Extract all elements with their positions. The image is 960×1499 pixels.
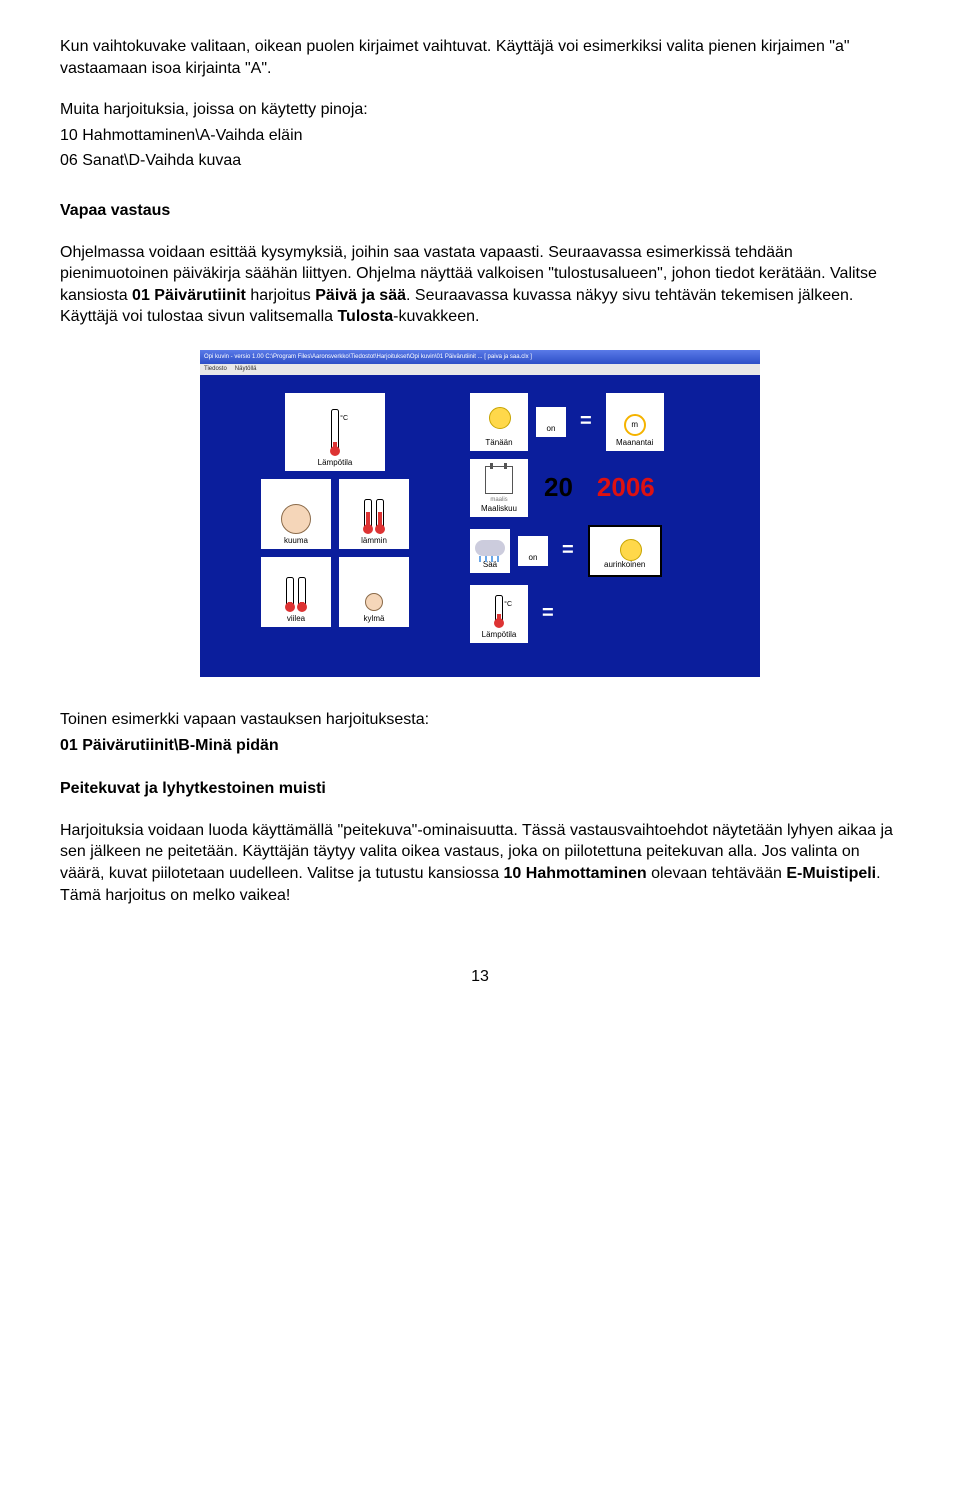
calendar-icon bbox=[485, 466, 513, 494]
lbl-on1: on bbox=[547, 424, 556, 435]
lbl-on2: on bbox=[529, 553, 538, 564]
para4-line2: 01 Päivärutiinit\B-Minä pidän bbox=[60, 735, 900, 757]
left-palette: °C Lämpötila kuuma lämmin bbox=[230, 393, 440, 651]
heading-mask-images: Peitekuvat ja lyhytkestoinen muisti bbox=[60, 778, 900, 800]
app-window: Opi kuvin - versio 1.00 C:\Program Files… bbox=[200, 350, 760, 677]
out-lampotila: °C Lämpötila bbox=[470, 585, 528, 643]
embedded-screenshot: Opi kuvin - versio 1.00 C:\Program Files… bbox=[60, 350, 900, 677]
rain-cloud-icon bbox=[475, 540, 505, 556]
paragraph-exercises-list: Muita harjoituksia, joissa on käytetty p… bbox=[60, 99, 900, 172]
out-on2: on bbox=[518, 536, 548, 566]
para3-t2: harjoitus bbox=[246, 287, 315, 304]
para3-b1: 01 Päivärutiinit bbox=[132, 287, 246, 304]
moon-badge-icon: m bbox=[624, 414, 646, 436]
page-number: 13 bbox=[60, 966, 900, 988]
card-lammin[interactable]: lämmin bbox=[339, 479, 409, 549]
para1: Kun vaihtokuvake valitaan, oikean puolen… bbox=[60, 36, 900, 79]
out-daynum: 20 bbox=[536, 470, 581, 505]
para2-line3: 06 Sanat\D-Vaihda kuvaa bbox=[60, 150, 900, 172]
heading-free-answer: Vapaa vastaus bbox=[60, 200, 900, 222]
lbl-maanantai: Maanantai bbox=[616, 438, 653, 449]
out-on1: on bbox=[536, 407, 566, 437]
para2-line1: Muita harjoituksia, joissa on käytetty p… bbox=[60, 99, 900, 121]
menu-file[interactable]: Tiedosto bbox=[204, 365, 227, 374]
equals-icon: = bbox=[574, 408, 598, 435]
card-kylma[interactable]: kylmä bbox=[339, 557, 409, 627]
titlebar: Opi kuvin - versio 1.00 C:\Program Files… bbox=[200, 350, 760, 364]
lbl-kylma: kylmä bbox=[364, 614, 385, 625]
para5: Harjoituksia voidaan luoda käyttämällä "… bbox=[60, 820, 900, 906]
para3-b3: Tulosta bbox=[337, 308, 393, 325]
para4-line1: Toinen esimerkki vapaan vastauksen harjo… bbox=[60, 709, 900, 731]
para3-b2: Päivä ja sää bbox=[315, 287, 406, 304]
para3: Ohjelmassa voidaan esittää kysymyksiä, j… bbox=[60, 242, 900, 328]
lbl-maalis-note: maalis bbox=[490, 496, 507, 504]
out-tanaan: Tänään bbox=[470, 393, 528, 451]
output-area: Tänään on = m Maanantai maalis bbox=[470, 393, 730, 651]
para5-b2: E-Muistipeli bbox=[786, 865, 876, 882]
para3-t4: -kuvakkeen. bbox=[393, 308, 479, 325]
lbl-maaliskuu: Maaliskuu bbox=[481, 504, 517, 515]
paragraph-mask-images: Harjoituksia voidaan luoda käyttämällä "… bbox=[60, 820, 900, 906]
lbl-viilea: viilea bbox=[287, 614, 305, 625]
lbl-lammin: lämmin bbox=[361, 536, 387, 547]
out-maanantai: m Maanantai bbox=[606, 393, 664, 451]
lbl-out-lampotila: Lämpötila bbox=[482, 630, 517, 641]
heading1: Vapaa vastaus bbox=[60, 200, 900, 222]
app-canvas: °C Lämpötila kuuma lämmin bbox=[200, 375, 760, 677]
para5-b1: 10 Hahmottaminen bbox=[504, 865, 647, 882]
out-aurinkoinen: aurinkoinen bbox=[588, 525, 662, 577]
lbl-tanaan: Tänään bbox=[485, 438, 512, 449]
card-viilea[interactable]: viilea bbox=[261, 557, 331, 627]
card-lampotila[interactable]: °C Lämpötila bbox=[285, 393, 385, 471]
lbl-lampotila: Lämpötila bbox=[318, 458, 353, 469]
para2-line2: 10 Hahmottaminen\A-Vaihda eläin bbox=[60, 125, 900, 147]
out-year: 2006 bbox=[589, 470, 663, 505]
paragraph-second-example: Toinen esimerkki vapaan vastauksen harjo… bbox=[60, 709, 900, 756]
lbl-aurinkoinen: aurinkoinen bbox=[604, 560, 645, 571]
heading2: Peitekuvat ja lyhytkestoinen muisti bbox=[60, 778, 900, 800]
menu-view[interactable]: Näytöllä bbox=[235, 365, 257, 374]
titlebar-text: Opi kuvin - versio 1.00 C:\Program Files… bbox=[204, 353, 532, 361]
equals-icon-3: = bbox=[536, 600, 560, 627]
lbl-kuuma: kuuma bbox=[284, 536, 308, 547]
lbl-saa: Sää bbox=[483, 560, 497, 571]
out-saa: Sää bbox=[470, 529, 510, 573]
out-maaliskuu: maalis Maaliskuu bbox=[470, 459, 528, 517]
paragraph-intro: Kun vaihtokuvake valitaan, oikean puolen… bbox=[60, 36, 900, 79]
para5-t2: olevaan tehtävään bbox=[647, 865, 787, 882]
menubar: Tiedosto Näytöllä bbox=[200, 364, 760, 375]
equals-icon-2: = bbox=[556, 537, 580, 564]
paragraph-free-answer: Ohjelmassa voidaan esittää kysymyksiä, j… bbox=[60, 242, 900, 328]
card-kuuma[interactable]: kuuma bbox=[261, 479, 331, 549]
